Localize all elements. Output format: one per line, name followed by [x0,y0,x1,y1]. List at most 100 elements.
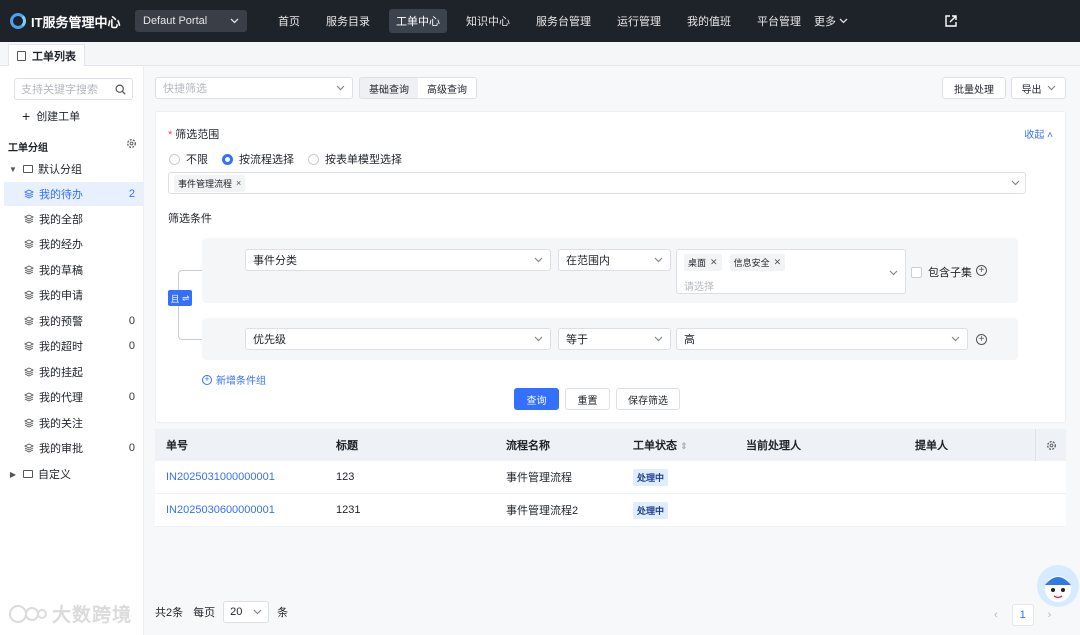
radio-dot [308,153,319,165]
export-button[interactable]: 导出 [1011,77,1066,99]
nav-item-service-catalog[interactable]: 服务目录 [319,9,377,33]
sidebar-item-my-following[interactable]: 我的关注 [4,411,144,435]
page-size-select[interactable]: 20 [223,601,270,623]
tab-advanced-query[interactable]: 高级查询 [418,78,476,98]
condition-value-select[interactable]: 高 [676,328,968,350]
ticket-id-link[interactable]: IN2025030600000001 [166,504,275,516]
chevron-down-icon [654,336,663,342]
tree-custom-group[interactable]: ▶ 自定义 [4,462,144,486]
table-row[interactable]: IN2025031000000001 123 事件管理流程 处理中 [155,461,1066,494]
portal-select[interactable]: Defaut Portal [135,10,247,32]
condition-value-multiselect[interactable]: 桌面 ✕ 信息安全 ✕ 请选择 [676,249,906,294]
chevron-down-icon [534,257,543,263]
sidebar-item-my-approvals[interactable]: 我的审批 0 [4,436,144,460]
mascot-face-icon [1045,576,1071,602]
app-logo[interactable]: IT服务管理中心 [10,12,135,31]
prev-page-icon[interactable]: ‹ [994,609,998,621]
condition-field-select[interactable]: 事件分类 [245,249,551,271]
radio-by-flow[interactable]: 按流程选择 [222,151,294,167]
add-condition-icon[interactable]: + [976,265,987,276]
advanced-filter-panel: * 筛选范围 收起 ˄ 不限 按流程选择 按表单模型选择 事件管理流程 × 筛选条件… [155,111,1066,423]
condition-field-value: 优先级 [253,334,286,346]
ticket-table: 单号 标题 流程名称 工单状态 ⇕ 当前处理人 提单人 IN2025031000… [155,429,1066,527]
nav-more-menu[interactable]: 更多 [814,13,848,29]
external-link-icon[interactable] [944,14,958,28]
condition-operator-select[interactable]: 等于 [558,328,671,350]
collapse-button[interactable]: 收起 ˄ [1024,126,1053,141]
nav-item-home[interactable]: 首页 [271,9,307,33]
column-settings-button[interactable] [1035,429,1066,461]
sidebar-item-my-overdue[interactable]: 我的超时 0 [4,334,144,358]
sidebar-item-my-todo[interactable]: 我的待办 2 [4,182,144,206]
top-navbar: IT服务管理中心 Defaut Portal 首页 服务目录 工单中心 知识中心… [0,0,1080,42]
required-marker: * [168,129,173,141]
gear-icon[interactable] [126,138,137,149]
ticket-id-link[interactable]: IN2025031000000001 [166,471,275,483]
quick-filter-select[interactable]: 快捷筛选 [155,77,353,99]
layers-icon [24,265,34,275]
layers-icon [24,443,34,453]
and-operator-toggle[interactable]: 且 ⇌ [168,290,192,306]
chevron-down-icon [253,609,262,615]
condition-operator-select[interactable]: 在范围内 [558,249,671,271]
checkbox-box [911,266,922,278]
tab-ticket-list-label: 工单列表 [32,50,76,63]
add-condition-group-button[interactable]: + 新增条件组 [202,372,266,387]
sidebar-search-input[interactable]: 支持关键字搜索 [14,78,133,100]
sidebar-item-my-drafts[interactable]: 我的草稿 [4,258,144,282]
nav-item-operations[interactable]: 运行管理 [610,9,668,33]
sidebar-item-label: 我的预警 [39,316,83,328]
column-header-id: 单号 [166,440,188,452]
sidebar-item-my-delegated[interactable]: 我的代理 0 [4,385,144,409]
column-header-status[interactable]: 工单状态 ⇕ [633,437,688,453]
close-icon[interactable]: ✕ [774,257,782,268]
include-children-checkbox[interactable]: 包含子集 [911,264,972,280]
search-icon[interactable] [115,83,126,95]
tree-custom-group-label: 自定义 [38,469,71,481]
sidebar-item-my-suspended[interactable]: 我的挂起 [4,360,144,384]
sidebar-item-my-requests[interactable]: 我的申请 [4,283,144,307]
batch-process-button[interactable]: 批量处理 [942,77,1006,99]
nav-item-my-duty[interactable]: 我的值班 [680,9,738,33]
close-icon[interactable]: ✕ [710,257,718,268]
table-row[interactable]: IN2025030600000001 1231 事件管理流程2 处理中 [155,494,1066,527]
query-button[interactable]: 查询 [514,388,559,410]
sidebar-item-my-handled[interactable]: 我的经办 [4,232,144,256]
sidebar-item-my-warnings[interactable]: 我的预警 0 [4,309,144,333]
condition-field-select[interactable]: 优先级 [245,328,551,350]
sidebar: 支持关键字搜索 + 创建工单 工单分组 ▼ 默认分组 我的待办 2 我的全部 我… [0,66,144,635]
close-icon[interactable]: × [236,178,241,188]
document-icon [17,50,26,61]
filter-scope-label: 筛选范围 [175,129,220,141]
nav-item-service-desk[interactable]: 服务台管理 [529,9,598,33]
chevron-up-icon: ˄ [1047,130,1053,141]
reset-button[interactable]: 重置 [565,388,610,410]
add-condition-icon[interactable]: + [976,334,987,345]
tab-ticket-list[interactable]: 工单列表 [8,44,85,66]
radio-unlimited[interactable]: 不限 [169,151,208,167]
create-ticket-button[interactable]: + 创建工单 [22,108,80,124]
sidebar-item-my-all[interactable]: 我的全部 [4,207,144,231]
radio-by-form-model[interactable]: 按表单模型选择 [308,151,402,167]
nav-item-ticket-center[interactable]: 工单中心 [389,9,447,33]
chevron-down-icon [230,18,239,24]
page-number-button[interactable]: 1 [1011,604,1034,626]
sidebar-item-count: 2 [128,188,135,200]
chevron-down-icon [951,336,960,342]
nav-item-knowledge[interactable]: 知识中心 [459,9,517,33]
total-count: 共2条 [155,607,184,619]
condition-field-value: 事件分类 [253,255,297,267]
save-filter-button[interactable]: 保存筛选 [616,388,680,410]
scope-radio-group: 不限 按流程选择 按表单模型选择 [169,151,416,167]
column-header-status-label: 工单状态 [633,440,677,452]
flow-multi-select[interactable]: 事件管理流程 × [168,172,1026,194]
sidebar-item-count: 0 [128,391,135,403]
nav-item-platform[interactable]: 平台管理 [750,9,808,33]
assistant-mascot-icon[interactable] [1037,565,1079,607]
logo-icon [10,13,26,29]
sidebar-item-count: 0 [128,315,135,327]
tab-basic-query[interactable]: 基础查询 [360,78,418,98]
next-page-icon[interactable]: › [1048,609,1052,621]
tree-default-group[interactable]: ▼ 默认分组 [4,157,144,181]
sort-icon[interactable]: ⇕ [680,441,688,451]
